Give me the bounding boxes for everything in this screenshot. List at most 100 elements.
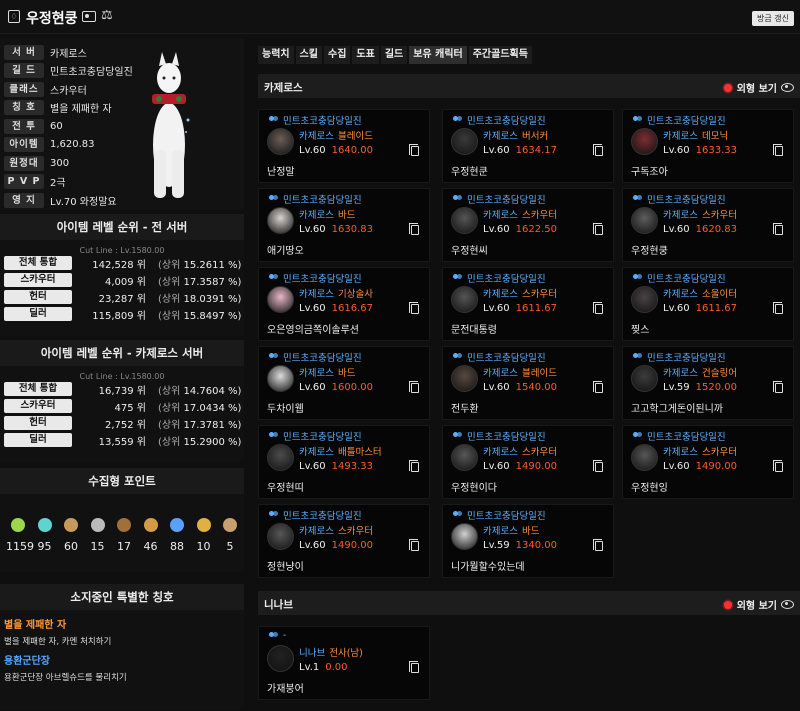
tab-6[interactable]: 주간골드획득 xyxy=(468,46,532,64)
profile-row: 전 투 60 xyxy=(4,118,63,134)
collect-count: 95 xyxy=(37,540,52,553)
guild-name: 민트초코충담당일진 xyxy=(467,195,546,206)
character-card[interactable]: 민트초코충담당일진 카제로스 바드 Lv.60 1630.83 애기땅오 xyxy=(258,188,430,262)
collect-item[interactable]: 88 xyxy=(165,518,189,553)
refresh-button[interactable]: 방금 갱신 xyxy=(752,11,794,26)
copy-icon[interactable] xyxy=(593,460,603,472)
server-name: 카제로스 xyxy=(264,82,303,94)
collect-item[interactable]: 1159 xyxy=(6,518,34,553)
cutline-text: Cut Line : Lv.1580.00 xyxy=(79,372,165,381)
character-card[interactable]: 민트초코충담당일진 카제로스 블레이드 Lv.60 1540.00 전두환 xyxy=(442,346,614,420)
copy-icon[interactable] xyxy=(773,381,783,393)
appearance-toggle[interactable]: 외형 보기 xyxy=(723,597,794,612)
copy-icon[interactable] xyxy=(593,539,603,551)
titles-panel: 별을 제패한 자 별을 제패한 자, 카멘 처치하기 용환군단장 용환군단장 아브렐슈… xyxy=(0,610,244,710)
character-card[interactable]: 민트초코충담당일진 카제로스 건슬링어 Lv.59 1520.00 고고학그게돈이된니까 xyxy=(622,346,794,420)
right-panel: 능력치 스킬 수집 도표 길드 보유 캐릭터 주간골드획득 카제로스 외형 보기 민트초코충담당… xyxy=(254,38,800,711)
character-card[interactable]: 민트초코충담당일진 카제로스 스카우터 Lv.60 1620.83 우정현쿵 xyxy=(622,188,794,262)
character-avatar xyxy=(451,207,478,234)
item-level: 1490.00 xyxy=(515,461,557,472)
character-guild: 민트초코충담당일진 xyxy=(269,429,362,443)
character-guild: - xyxy=(269,630,286,641)
character-guild: 민트초코충담당일진 xyxy=(453,508,546,522)
character-avatar xyxy=(631,128,658,155)
tab-0[interactable]: 능력치 xyxy=(258,46,294,64)
copy-icon[interactable] xyxy=(593,144,603,156)
character-level: Lv.60 1620.83 xyxy=(663,224,737,235)
character-card[interactable]: 민트초코충담당일진 카제로스 배틀마스터 Lv.60 1493.33 우정현띠 xyxy=(258,425,430,499)
tab-4[interactable]: 길드 xyxy=(380,46,408,64)
item-level: 1490.00 xyxy=(331,540,373,551)
special-title-desc: 별을 제패한 자, 카멘 처치하기 xyxy=(4,637,112,647)
character-card[interactable]: 민트초코충담당일진 카제로스 스카우터 Lv.60 1622.50 우정현씨 xyxy=(442,188,614,262)
rank-category: 스카우터 xyxy=(4,399,72,413)
character-card[interactable]: 민트초코충담당일진 카제로스 데모닉 Lv.60 1633.33 구독조아 xyxy=(622,109,794,183)
special-title-name: 용환군단장 xyxy=(4,656,50,667)
character-card[interactable]: 민트초코충담당일진 카제로스 스카우터 Lv.60 1490.00 정현냥이 xyxy=(258,504,430,578)
character-class: 건슬링어 xyxy=(701,368,737,379)
tab-2[interactable]: 수집 xyxy=(324,46,351,64)
rank-percent: (상위 15.2611 %) xyxy=(158,260,242,271)
copy-icon[interactable] xyxy=(593,381,603,393)
character-avatar xyxy=(451,523,478,550)
rank-value: 13,559 위 xyxy=(98,437,146,448)
copy-icon[interactable] xyxy=(409,381,419,393)
tab-1[interactable]: 스킬 xyxy=(295,46,323,64)
appearance-toggle[interactable]: 외형 보기 xyxy=(723,80,794,95)
character-level: Lv.60 1611.67 xyxy=(483,303,557,314)
copy-icon[interactable] xyxy=(409,460,419,472)
character-card[interactable]: - 니나브 전사(남) Lv.1 0.00 가재붕어 xyxy=(258,626,430,700)
guild-icon xyxy=(453,274,463,282)
character-card[interactable]: 민트초코충담당일진 카제로스 버서커 Lv.60 1634.17 우정현쿤 xyxy=(442,109,614,183)
character-card[interactable]: 민트초코충담당일진 카제로스 소울이터 Lv.60 1611.67 찢스 xyxy=(622,267,794,341)
character-card[interactable]: 민트초코충담당일진 카제로스 바드 Lv.60 1600.00 두차이웹 xyxy=(258,346,430,420)
character-card[interactable]: 민트초코충담당일진 카제로스 스카우터 Lv.60 1490.00 우정현잉 xyxy=(622,425,794,499)
character-card[interactable]: 민트초코충담당일진 카제로스 바드 Lv.59 1340.00 니가뭘할수있는데 xyxy=(442,504,614,578)
character-guild: 민트초코충담당일진 xyxy=(633,350,726,364)
adventure-book-icon xyxy=(143,518,158,532)
profile-key: 칭 호 xyxy=(4,100,44,115)
copy-icon[interactable] xyxy=(593,302,603,314)
character-nickname: 고고학그게돈이된니까 xyxy=(631,404,723,415)
mokoko-seed-icon xyxy=(11,518,25,532)
server-header: 니나브 외형 보기 xyxy=(258,591,800,615)
character-avatar xyxy=(451,444,478,471)
scale-icon[interactable]: ⚖ xyxy=(101,8,113,23)
copy-icon[interactable] xyxy=(593,223,603,235)
copy-icon[interactable] xyxy=(409,302,419,314)
collect-item[interactable]: 60 xyxy=(59,518,83,553)
copy-icon[interactable] xyxy=(773,302,783,314)
character-level: Lv.60 1540.00 xyxy=(483,382,557,393)
guild-name: 민트초코충담당일진 xyxy=(647,353,726,364)
collect-item[interactable]: 10 xyxy=(192,518,216,553)
character-card[interactable]: 민트초코충담당일진 카제로스 스카우터 Lv.60 1611.67 문전대통령 xyxy=(442,267,614,341)
rank-percent: (상위 17.3587 %) xyxy=(158,277,242,288)
collect-item[interactable]: 15 xyxy=(86,518,110,553)
character-avatar xyxy=(631,444,658,471)
rank-value: 142,528 위 xyxy=(92,260,146,271)
rank-row: 딜러 13,559 위 (상위 15.2900 %) xyxy=(0,432,244,448)
copy-icon[interactable] xyxy=(773,460,783,472)
id-card-icon[interactable] xyxy=(82,11,96,22)
copy-icon[interactable] xyxy=(409,661,419,673)
bookmark-icon[interactable]: ♢ xyxy=(8,10,20,23)
copy-icon[interactable] xyxy=(409,144,419,156)
copy-icon[interactable] xyxy=(409,539,419,551)
rank-all-title: 아이템 레벨 순위 - 전 서버 xyxy=(0,214,244,240)
character-level: Lv.60 1490.00 xyxy=(483,461,557,472)
character-nickname: 니가뭘할수있는데 xyxy=(451,562,525,573)
character-card[interactable]: 민트초코충담당일진 카제로스 기상술사 Lv.60 1616.67 오은영의금쪽이솔루션 xyxy=(258,267,430,341)
character-guild: 민트초코충담당일진 xyxy=(453,271,546,285)
character-card[interactable]: 민트초코충담당일진 카제로스 블레이드 Lv.60 1640.00 난정말 xyxy=(258,109,430,183)
character-server: 카제로스 블레이드 xyxy=(483,368,557,379)
copy-icon[interactable] xyxy=(773,144,783,156)
collect-item[interactable]: 17 xyxy=(112,518,136,553)
collect-item[interactable]: 46 xyxy=(139,518,163,553)
collect-item[interactable]: 5 xyxy=(218,518,242,553)
copy-icon[interactable] xyxy=(409,223,419,235)
tab-3[interactable]: 도표 xyxy=(352,46,379,64)
tab-5[interactable]: 보유 캐릭터 xyxy=(409,46,467,64)
copy-icon[interactable] xyxy=(773,223,783,235)
character-card[interactable]: 민트초코충담당일진 카제로스 스카우터 Lv.60 1490.00 우정현이다 xyxy=(442,425,614,499)
collect-item[interactable]: 95 xyxy=(33,518,57,553)
